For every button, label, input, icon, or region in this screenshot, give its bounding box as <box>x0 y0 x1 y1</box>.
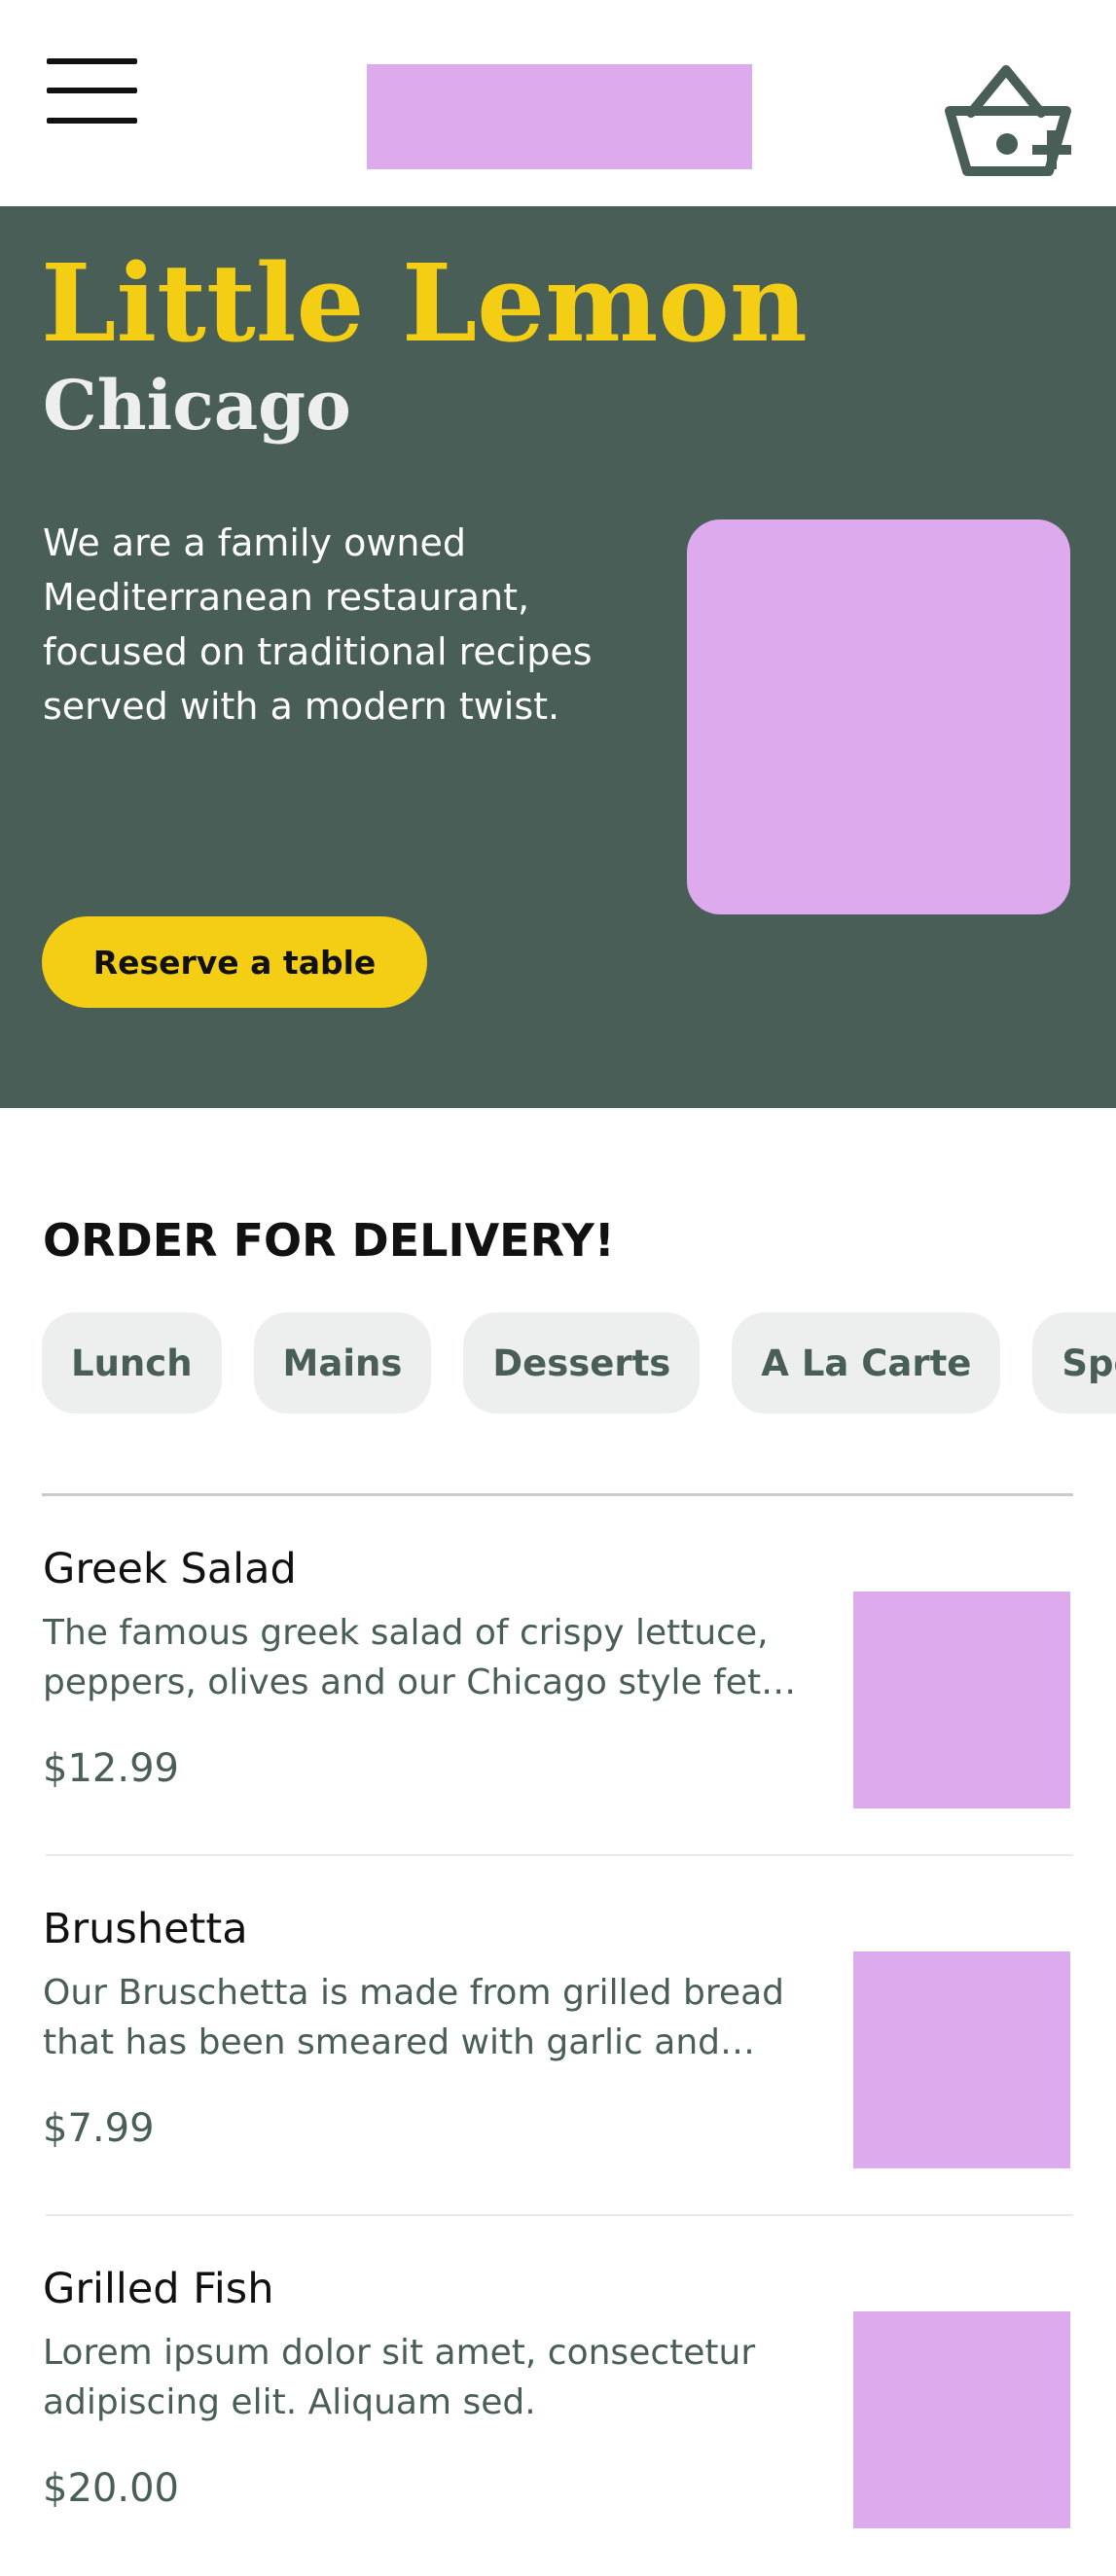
menu-item-brushetta[interactable]: Brushetta Our Bruschetta is made from gr… <box>0 1856 1116 2216</box>
menu-icon-bar <box>47 118 137 124</box>
hero-section: Little Lemon Chicago We are a family own… <box>0 206 1116 1108</box>
category-chip-lunch[interactable]: Lunch <box>42 1312 222 1413</box>
hero-subtitle: Chicago <box>43 365 351 446</box>
logo-placeholder <box>367 64 752 169</box>
menu-item-price: $20.00 <box>43 2466 179 2511</box>
category-chip-desserts[interactable]: Desserts <box>463 1312 701 1413</box>
menu-list: Greek Salad The famous greek salad of cr… <box>0 1496 1116 2576</box>
basket-add-icon-graphic <box>945 65 1071 176</box>
app-header <box>0 0 1116 206</box>
menu-item-image-placeholder <box>853 1592 1070 1808</box>
category-chip-specials[interactable]: Specials <box>1032 1312 1116 1413</box>
menu-item-greek-salad[interactable]: Greek Salad The famous greek salad of cr… <box>0 1496 1116 1856</box>
category-scroller[interactable]: Lunch Mains Desserts A La Carte Specials <box>0 1312 1116 1415</box>
hero-image-placeholder <box>687 519 1070 914</box>
menu-item-name: Greek Salad <box>43 1545 297 1593</box>
category-chip-mains[interactable]: Mains <box>253 1312 432 1413</box>
category-chip-a-la-carte[interactable]: A La Carte <box>732 1312 1001 1413</box>
reserve-table-button[interactable]: Reserve a table <box>42 916 427 1008</box>
basket-add-icon[interactable] <box>934 58 1080 185</box>
menu-item-image-placeholder <box>853 1951 1070 2168</box>
menu-item-description: The famous greek salad of crispy lettuce… <box>43 1613 783 1702</box>
menu-item-description: Lorem ipsum dolor sit amet, consectetur … <box>43 2333 756 2422</box>
menu-icon-bar <box>47 58 137 64</box>
menu-item-price: $12.99 <box>43 1746 179 1791</box>
hero-title: Little Lemon <box>41 240 808 366</box>
hero-description: We are a family owned Mediterranean rest… <box>43 521 593 728</box>
menu-item-grilled-fish[interactable]: Grilled Fish Lorem ipsum dolor sit amet,… <box>0 2216 1116 2576</box>
menu-item-name: Grilled Fish <box>43 2265 274 2313</box>
menu-icon-bar <box>47 88 137 93</box>
menu-item-description: Our Bruschetta is made from grilled brea… <box>43 1973 784 2062</box>
menu-item-price: $7.99 <box>43 2106 155 2151</box>
hamburger-menu-icon[interactable] <box>37 49 144 136</box>
menu-item-image-placeholder <box>853 2311 1070 2528</box>
category-list: Lunch Mains Desserts A La Carte Specials <box>42 1312 1116 1413</box>
order-section-title: ORDER FOR DELIVERY! <box>43 1214 615 1267</box>
menu-item-name: Brushetta <box>43 1905 248 1953</box>
